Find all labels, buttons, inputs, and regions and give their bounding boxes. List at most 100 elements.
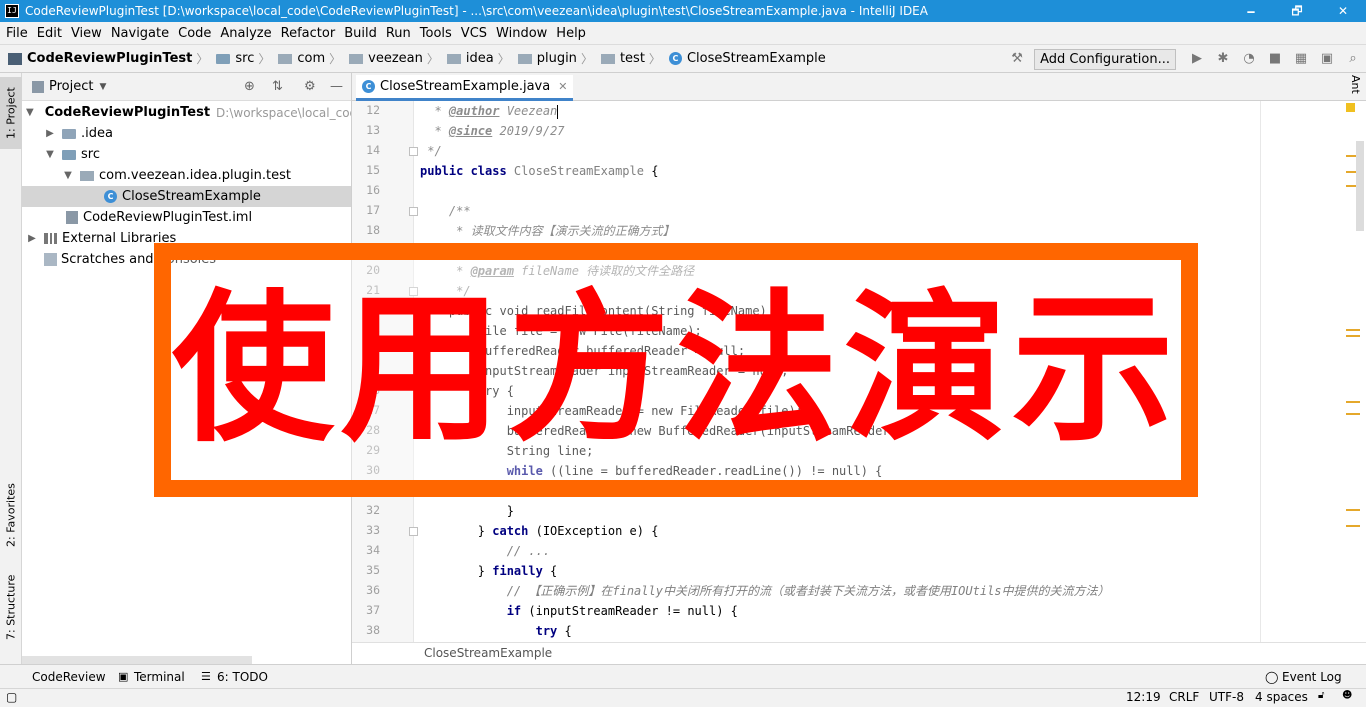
error-stripe[interactable] xyxy=(1332,101,1366,642)
menu-build[interactable]: Build xyxy=(340,26,382,41)
menu-help[interactable]: Help xyxy=(552,26,591,41)
menu-refactor[interactable]: Refactor xyxy=(277,26,341,41)
warning-mark[interactable] xyxy=(1346,401,1360,403)
overlay-title: 使用方法演示 xyxy=(172,276,1180,464)
folder-icon xyxy=(62,128,76,139)
menu-navigate[interactable]: Navigate xyxy=(107,26,174,41)
search-icon[interactable]: ⌕ xyxy=(1342,48,1364,70)
code-line: */ xyxy=(420,144,442,158)
stop-icon[interactable]: ■ xyxy=(1264,48,1286,70)
code-line: // ... xyxy=(420,544,551,558)
breadcrumb-test[interactable]: test 〉 xyxy=(600,50,665,67)
line-number: 33 xyxy=(366,523,380,537)
show-tool-windows-icon[interactable]: ▢ xyxy=(6,690,17,704)
menu-analyze[interactable]: Analyze xyxy=(216,26,276,41)
tree-item-package[interactable]: ▼ com.veezean.idea.plugin.test xyxy=(22,165,351,186)
code-line: * @since 2019/9/27 xyxy=(420,124,565,138)
terminal-icon: ▣ xyxy=(118,670,129,683)
maximize-button[interactable]: 🗗 xyxy=(1274,0,1320,22)
minimize-button[interactable]: 🗕 xyxy=(1228,0,1274,22)
menu-tools[interactable]: Tools xyxy=(416,26,457,41)
warning-mark[interactable] xyxy=(1346,329,1360,331)
chevron-down-icon[interactable]: ▼ xyxy=(99,82,106,92)
status-bar: ▢ 12:19 CRLF UTF-8 4 spaces 🔓︎ ☻ xyxy=(0,688,1366,707)
package-icon xyxy=(446,53,461,64)
breadcrumb-veezean[interactable]: veezean 〉 xyxy=(349,50,443,67)
project-structure-icon[interactable]: ▦ xyxy=(1290,48,1312,70)
tool-todo[interactable]: 6: TODO xyxy=(217,670,268,684)
menu-code[interactable]: Code xyxy=(174,26,216,41)
text-caret xyxy=(557,104,559,119)
hide-icon[interactable]: — xyxy=(330,79,343,94)
horizontal-scrollbar[interactable] xyxy=(22,656,252,664)
status-encoding[interactable]: UTF-8 xyxy=(1209,690,1244,704)
tab-favorites[interactable]: 2: Favorites xyxy=(0,473,22,557)
read-only-lock-icon[interactable]: 🔓︎ xyxy=(1318,690,1324,701)
tree-item-closestreamexample[interactable]: C CloseStreamExample xyxy=(22,186,351,207)
tab-closestreamexample[interactable]: C CloseStreamExample.java ✕ xyxy=(356,75,574,101)
chevron-right-icon: 〉 xyxy=(258,52,271,66)
folder-icon xyxy=(216,53,231,64)
locate-icon[interactable]: ⊕ xyxy=(244,79,255,94)
tree-item-iml[interactable]: CodeReviewPluginTest.iml xyxy=(22,207,351,228)
breadcrumb-project[interactable]: CodeReviewPluginTest 〉 xyxy=(8,50,212,67)
vertical-scrollbar[interactable] xyxy=(1356,141,1364,231)
warning-indicator-icon[interactable] xyxy=(1346,103,1355,112)
debug-icon[interactable]: ✱ xyxy=(1212,48,1234,70)
status-line-separator[interactable]: CRLF xyxy=(1169,690,1199,704)
warning-mark[interactable] xyxy=(1346,525,1360,527)
tree-item-project-root[interactable]: ▼ CodeReviewPluginTest D:\workspace\loca… xyxy=(22,102,351,123)
menu-window[interactable]: Window xyxy=(492,26,552,41)
run-icon[interactable]: ▶ xyxy=(1186,48,1208,70)
menu-view[interactable]: View xyxy=(67,26,107,41)
warning-mark[interactable] xyxy=(1346,509,1360,511)
close-button[interactable]: ✕ xyxy=(1320,0,1366,22)
tree-item-src[interactable]: ▼ src xyxy=(22,144,351,165)
menu-vcs[interactable]: VCS xyxy=(457,26,492,41)
code-line: // 【正确示例】在finally中关闭所有打开的流（或者封装下关流方法，或者使… xyxy=(420,584,1110,598)
warning-mark[interactable] xyxy=(1346,335,1360,337)
class-icon: C xyxy=(362,80,375,93)
editor-breadcrumb[interactable]: CloseStreamExample xyxy=(424,646,552,660)
chevron-right-icon: 〉 xyxy=(648,52,661,66)
package-icon xyxy=(80,170,94,181)
status-caret-position[interactable]: 12:19 xyxy=(1126,690,1161,704)
breadcrumb-com[interactable]: com 〉 xyxy=(278,50,345,67)
gear-icon[interactable]: ⚙ xyxy=(304,79,316,94)
tab-project[interactable]: 1: Project xyxy=(0,77,22,149)
chevron-right-icon: 〉 xyxy=(329,52,342,66)
overlay-banner: 使用方法演示 xyxy=(154,243,1198,497)
breadcrumb-plugin[interactable]: plugin 〉 xyxy=(517,50,597,67)
project-view-icon xyxy=(32,80,44,93)
tool-codereview[interactable]: CodeReview xyxy=(32,670,106,684)
coverage-icon[interactable]: ◔ xyxy=(1238,48,1260,70)
build-hammer-icon[interactable]: ⚒ xyxy=(1006,48,1028,70)
tool-event-log[interactable]: Event Log xyxy=(1282,670,1342,684)
inspector-icon[interactable]: ☻ xyxy=(1342,690,1352,701)
close-tab-icon[interactable]: ✕ xyxy=(558,80,567,93)
menu-file[interactable]: File xyxy=(2,26,33,41)
sdk-icon[interactable]: ▣ xyxy=(1316,48,1338,70)
warning-mark[interactable] xyxy=(1346,413,1360,415)
line-number: 13 xyxy=(366,123,380,137)
line-number: 35 xyxy=(366,563,380,577)
code-line: } xyxy=(420,504,514,518)
status-indent[interactable]: 4 spaces xyxy=(1255,690,1308,704)
collapse-all-icon[interactable]: ⇅ xyxy=(272,79,283,94)
project-view-selector[interactable]: Project xyxy=(49,79,93,94)
line-number: 14 xyxy=(366,143,380,157)
breadcrumb-class[interactable]: C CloseStreamExample xyxy=(668,51,826,66)
code-line: } finally { xyxy=(420,564,558,578)
code-line: } catch (IOException e) { xyxy=(420,524,659,538)
tab-structure[interactable]: 7: Structure xyxy=(0,571,22,643)
tab-ant[interactable]: Ant xyxy=(1346,73,1362,94)
breadcrumb-idea[interactable]: idea 〉 xyxy=(446,50,514,67)
menu-run[interactable]: Run xyxy=(382,26,416,41)
class-icon: C xyxy=(668,52,682,65)
tool-terminal[interactable]: Terminal xyxy=(134,670,185,684)
class-icon: C xyxy=(104,190,117,203)
add-configuration-button[interactable]: Add Configuration... xyxy=(1034,48,1176,70)
breadcrumb-src[interactable]: src 〉 xyxy=(216,50,274,67)
menu-edit[interactable]: Edit xyxy=(33,26,67,41)
tree-item-idea[interactable]: ▶ .idea xyxy=(22,123,351,144)
